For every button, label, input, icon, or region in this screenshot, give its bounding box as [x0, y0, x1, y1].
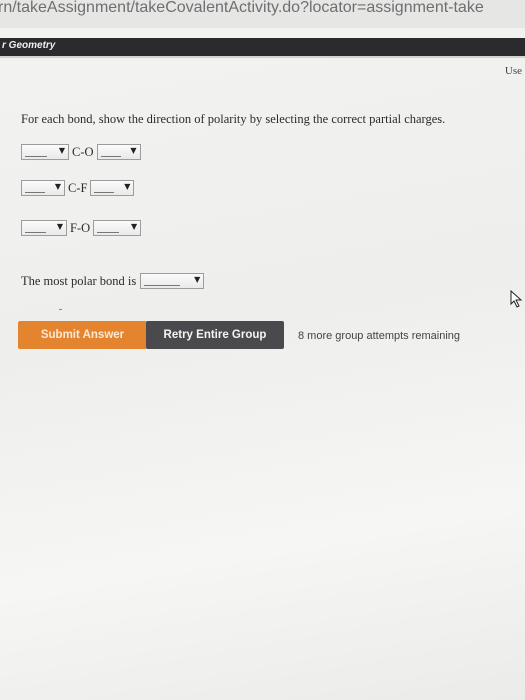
address-bar[interactable]: rn/takeAssignment/takeCovalentActivity.d…	[0, 0, 525, 28]
select-blank	[25, 156, 47, 157]
bond-label: F-O	[70, 220, 91, 235]
select-blank	[25, 192, 45, 193]
most-polar-select[interactable]: ▼	[140, 273, 205, 289]
question-prompt: For each bond, show the direction of pol…	[21, 112, 446, 126]
triangle-down-icon: ▼	[54, 182, 61, 191]
select-blank	[97, 232, 120, 233]
page: rn/takeAssignment/takeCovalentActivity.d…	[0, 0, 525, 700]
triangle-down-icon: ▼	[131, 222, 138, 231]
triangle-down-icon: ▼	[130, 146, 137, 155]
triangle-down-icon: ▼	[124, 182, 131, 191]
most-polar-label: The most polar bond is	[21, 273, 137, 288]
topic-header-bar: r Geometry	[0, 38, 525, 56]
mouse-pointer-icon	[510, 290, 523, 308]
use-link[interactable]: Use	[505, 65, 522, 77]
bond-row-c-f: ▼ C-F ▼	[21, 179, 135, 197]
triangle-down-icon: ▼	[194, 275, 201, 284]
submit-answer-button[interactable]: Submit Answer	[18, 321, 147, 349]
url-text[interactable]: rn/takeAssignment/takeCovalentActivity.d…	[0, 0, 484, 17]
right-charge-select[interactable]: ▼	[96, 144, 141, 160]
right-charge-select[interactable]: ▼	[93, 220, 142, 236]
select-blank	[100, 156, 121, 157]
bond-label: C-F	[68, 180, 88, 195]
triangle-down-icon: ▼	[56, 222, 63, 231]
right-charge-select[interactable]: ▼	[90, 180, 135, 196]
left-charge-select[interactable]: ▼	[21, 220, 67, 236]
select-blank	[144, 285, 181, 286]
select-blank	[25, 232, 46, 233]
attempts-remaining-text: 8 more group attempts remaining	[298, 330, 461, 342]
bond-row-f-o: ▼ F-O ▼	[21, 219, 142, 237]
most-polar-row: The most polar bond is ▼	[21, 273, 205, 289]
bond-row-c-o: ▼ C-O ▼	[21, 143, 141, 161]
bond-label: C-O	[72, 144, 94, 159]
divider	[59, 309, 62, 310]
left-charge-select[interactable]: ▼	[21, 180, 65, 196]
divider	[0, 56, 525, 58]
triangle-down-icon: ▼	[58, 146, 65, 155]
left-charge-select[interactable]: ▼	[21, 144, 69, 160]
topic-title: r Geometry	[2, 40, 56, 51]
retry-entire-group-button[interactable]: Retry Entire Group	[146, 321, 284, 349]
select-blank	[94, 192, 115, 193]
